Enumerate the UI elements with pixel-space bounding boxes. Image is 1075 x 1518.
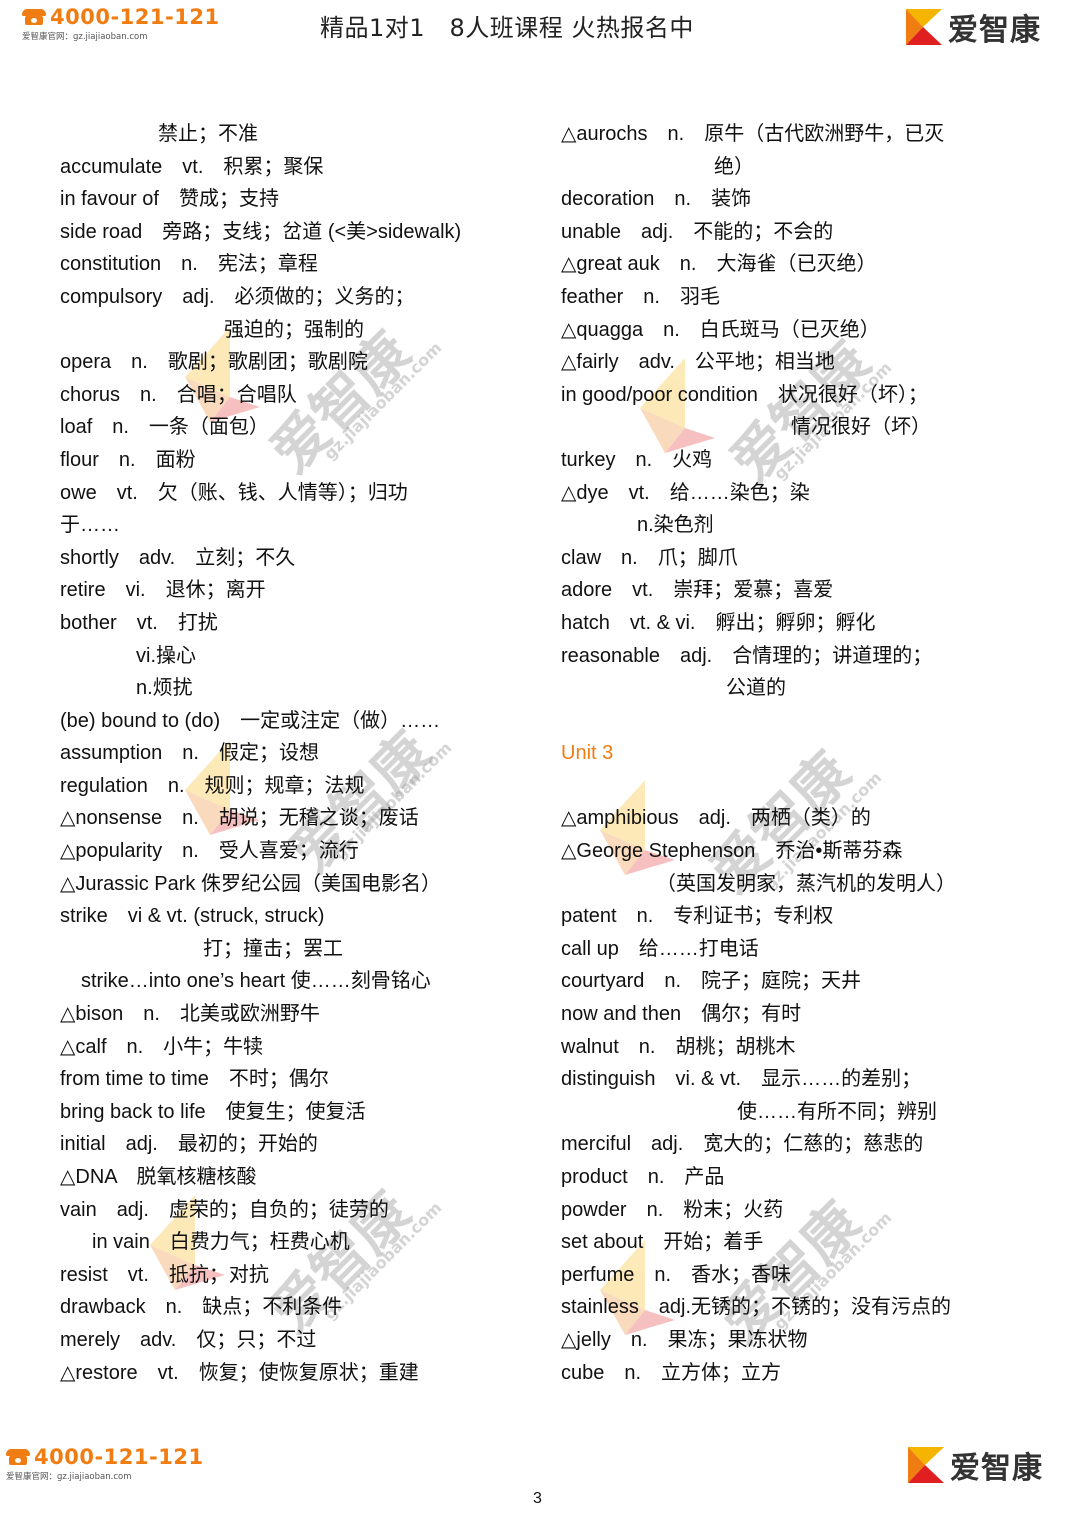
vocab-entry: △amphibious adj. 两栖（类）的 xyxy=(561,807,871,830)
vocab-entry: opera n. 歌剧；歌剧团；歌剧院 xyxy=(60,351,368,374)
vocabulary-column-left: 禁止；不准 accumulate vt. 积累；聚保 in favour of 赞成… xyxy=(60,118,530,1389)
vocab-entry: 公道的 xyxy=(726,677,786,700)
vocab-entry: △restore vt. 恢复；使恢复原状；重建 xyxy=(60,1361,419,1384)
vocab-entry: bother vt. 打扰 xyxy=(60,611,218,634)
vocab-entry: 禁止；不准 xyxy=(158,123,258,145)
phone-icon xyxy=(6,1449,30,1465)
vocab-entry: walnut n. 胡桃；胡桃木 xyxy=(561,1035,796,1058)
vocab-entry: regulation n. 规则；规章；法规 xyxy=(60,774,365,797)
logo-text: 爱智康 xyxy=(948,13,1041,48)
vocab-entry: cube n. 立方体；立方 xyxy=(561,1361,782,1384)
unit-heading: Unit 3 xyxy=(561,742,614,765)
vocab-entry: in good/poor condition 状况很好（坏）； xyxy=(561,383,928,406)
vocab-entry: patent n. 专利证书；专利权 xyxy=(561,905,834,928)
vocab-entry: now and then 偶尔；有时 xyxy=(561,1003,802,1026)
logo-mark-icon xyxy=(906,9,942,45)
vocab-entry: chorus n. 合唱；合唱队 xyxy=(60,383,297,406)
header-title: 精品1对1 8人班课程 火热报名中 xyxy=(320,14,694,42)
header-phone-number: 4000-121-121 xyxy=(50,5,220,29)
vocab-entry: △dye vt. 给……染色；染 xyxy=(561,481,810,504)
logo-mark-icon xyxy=(908,1447,944,1483)
vocab-entry: powder n. 粉末；火药 xyxy=(561,1198,784,1221)
vocab-entry: strike…into one’s heart 使……刻骨铭心 xyxy=(81,970,431,993)
phone-icon xyxy=(22,9,46,25)
vocab-entry: call up 给……打电话 xyxy=(561,937,759,960)
vocab-entry: strike vi & vt. (struck, struck) xyxy=(60,905,325,928)
vocab-entry: unable adj. 不能的；不会的 xyxy=(561,220,834,243)
vocab-entry: drawback n. 缺点；不利条件 xyxy=(60,1296,343,1319)
vocab-entry: △fairly adv. 公平地；相当地 xyxy=(561,351,835,374)
vocab-entry: claw n. 爪；脚爪 xyxy=(561,546,738,569)
vocab-entry: 于…… xyxy=(60,514,120,537)
footer-site-url: 爱智康官网：gz.jiajiaoban.com xyxy=(6,1472,132,1482)
vocab-entry: △Jurassic Park 侏罗纪公园（美国电影名） xyxy=(60,872,441,895)
page-number: 3 xyxy=(533,1490,542,1507)
logo-text: 爱智康 xyxy=(950,1451,1043,1486)
vocab-entry: owe vt. 欠（账、钱、人情等）；归功 xyxy=(60,481,408,504)
vocab-entry: 强迫的；强制的 xyxy=(224,318,364,341)
vocab-entry: （英国发明家，蒸汽机的发明人） xyxy=(656,872,956,895)
vocab-entry: resist vt. 抵抗；对抗 xyxy=(60,1263,269,1286)
vocab-entry: accumulate vt. 积累；聚保 xyxy=(60,155,324,178)
header-logo: 爱智康 xyxy=(906,5,1041,49)
vocab-entry: courtyard n. 院子；庭院；天井 xyxy=(561,970,862,993)
vocab-entry: side road 旁路；支线；岔道 (<美>sidewalk) xyxy=(60,220,462,243)
vocab-entry: △calf n. 小牛；牛犊 xyxy=(60,1035,264,1058)
vocab-entry: shortly adv. 立刻；不久 xyxy=(60,546,296,569)
footer-phone-number: 4000-121-121 xyxy=(34,1445,204,1469)
vocab-entry: 打；撞击；罢工 xyxy=(203,937,343,960)
header-site-url: 爱智康官网：gz.jiajiaoban.com xyxy=(22,32,148,42)
vocab-entry: △DNA 脱氧核糖核酸 xyxy=(60,1166,257,1188)
vocab-entry: assumption n. 假定；设想 xyxy=(60,742,319,765)
vocab-entry: 绝） xyxy=(714,155,754,178)
footer-phone: 4000-121-121 xyxy=(6,1446,204,1468)
vocab-entry: constitution n. 宪法；章程 xyxy=(60,253,318,276)
vocab-entry: distinguish vi. & vt. 显示……的差别； xyxy=(561,1068,922,1091)
vocab-entry: n.烦扰 xyxy=(136,677,193,700)
vocab-entry: merely adv. 仅；只；不过 xyxy=(60,1328,317,1351)
vocab-entry: △popularity n. 受人喜爱；流行 xyxy=(60,840,359,863)
vocab-entry: bring back to life 使复生；使复活 xyxy=(60,1100,366,1123)
vocab-entry: 使……有所不同；辨别 xyxy=(737,1100,937,1123)
vocab-entry: feather n. 羽毛 xyxy=(561,285,720,308)
vocab-entry: △bison n. 北美或欧洲野牛 xyxy=(60,1003,320,1026)
vocab-entry: from time to time 不时；偶尔 xyxy=(60,1068,329,1091)
vocab-entry: turkey n. 火鸡 xyxy=(561,448,713,471)
vocab-entry: hatch vt. & vi. 孵出；孵卵；孵化 xyxy=(561,611,876,634)
vocab-entry: reasonable adj. 合情理的；讲道理的； xyxy=(561,644,933,667)
vocab-entry: retire vi. 退休；离开 xyxy=(60,579,266,602)
vocab-entry: product n. 产品 xyxy=(561,1166,725,1188)
vocab-entry: decoration n. 装饰 xyxy=(561,188,752,211)
vocab-entry: (be) bound to (do) 一定或注定（做）…… xyxy=(60,709,441,732)
vocab-entry: loaf n. 一条（面包） xyxy=(60,416,269,439)
vocab-entry: △aurochs n. 原牛（古代欧洲野牛，已灭 xyxy=(561,123,945,145)
vocab-entry: compulsory adj. 必须做的；义务的； xyxy=(60,285,415,308)
vocab-entry: vi.操心 xyxy=(136,644,196,667)
vocab-entry: △jelly n. 果冻；果冻状物 xyxy=(561,1328,808,1351)
vocab-entry: set about 开始；着手 xyxy=(561,1231,764,1254)
vocab-entry: △nonsense n. 胡说；无稽之谈；废话 xyxy=(60,807,419,830)
vocab-entry: adore vt. 崇拜；爱慕；喜爱 xyxy=(561,579,834,602)
vocab-entry: 情况很好（坏） xyxy=(791,416,931,439)
vocab-entry: △quagga n. 白氏斑马（已灭绝） xyxy=(561,318,880,341)
header-phone: 4000-121-121 xyxy=(22,6,220,28)
vocabulary-column-right: △aurochs n. 原牛（古代欧洲野牛，已灭绝） decoration n. … xyxy=(561,118,1031,1389)
vocab-entry: perfume n. 香水；香味 xyxy=(561,1263,792,1286)
vocab-entry: n.染色剂 xyxy=(637,514,714,537)
vocab-entry: in vain 白费力气；枉费心机 xyxy=(92,1231,350,1254)
vocab-entry: in favour of 赞成；支持 xyxy=(60,188,279,211)
vocab-entry: initial adj. 最初的；开始的 xyxy=(60,1133,318,1156)
vocab-entry: merciful adj. 宽大的；仁慈的；慈悲的 xyxy=(561,1133,924,1156)
vocab-entry: stainless adj.无锈的；不锈的；没有污点的 xyxy=(561,1296,952,1319)
footer-logo: 爱智康 xyxy=(908,1443,1043,1487)
vocab-entry: flour n. 面粉 xyxy=(60,448,196,471)
vocab-entry: △George Stephenson 乔治•斯蒂芬森 xyxy=(561,840,903,863)
vocab-entry: vain adj. 虚荣的；自负的；徒劳的 xyxy=(60,1198,389,1221)
vocab-entry: △great auk n. 大海雀（已灭绝） xyxy=(561,253,877,276)
